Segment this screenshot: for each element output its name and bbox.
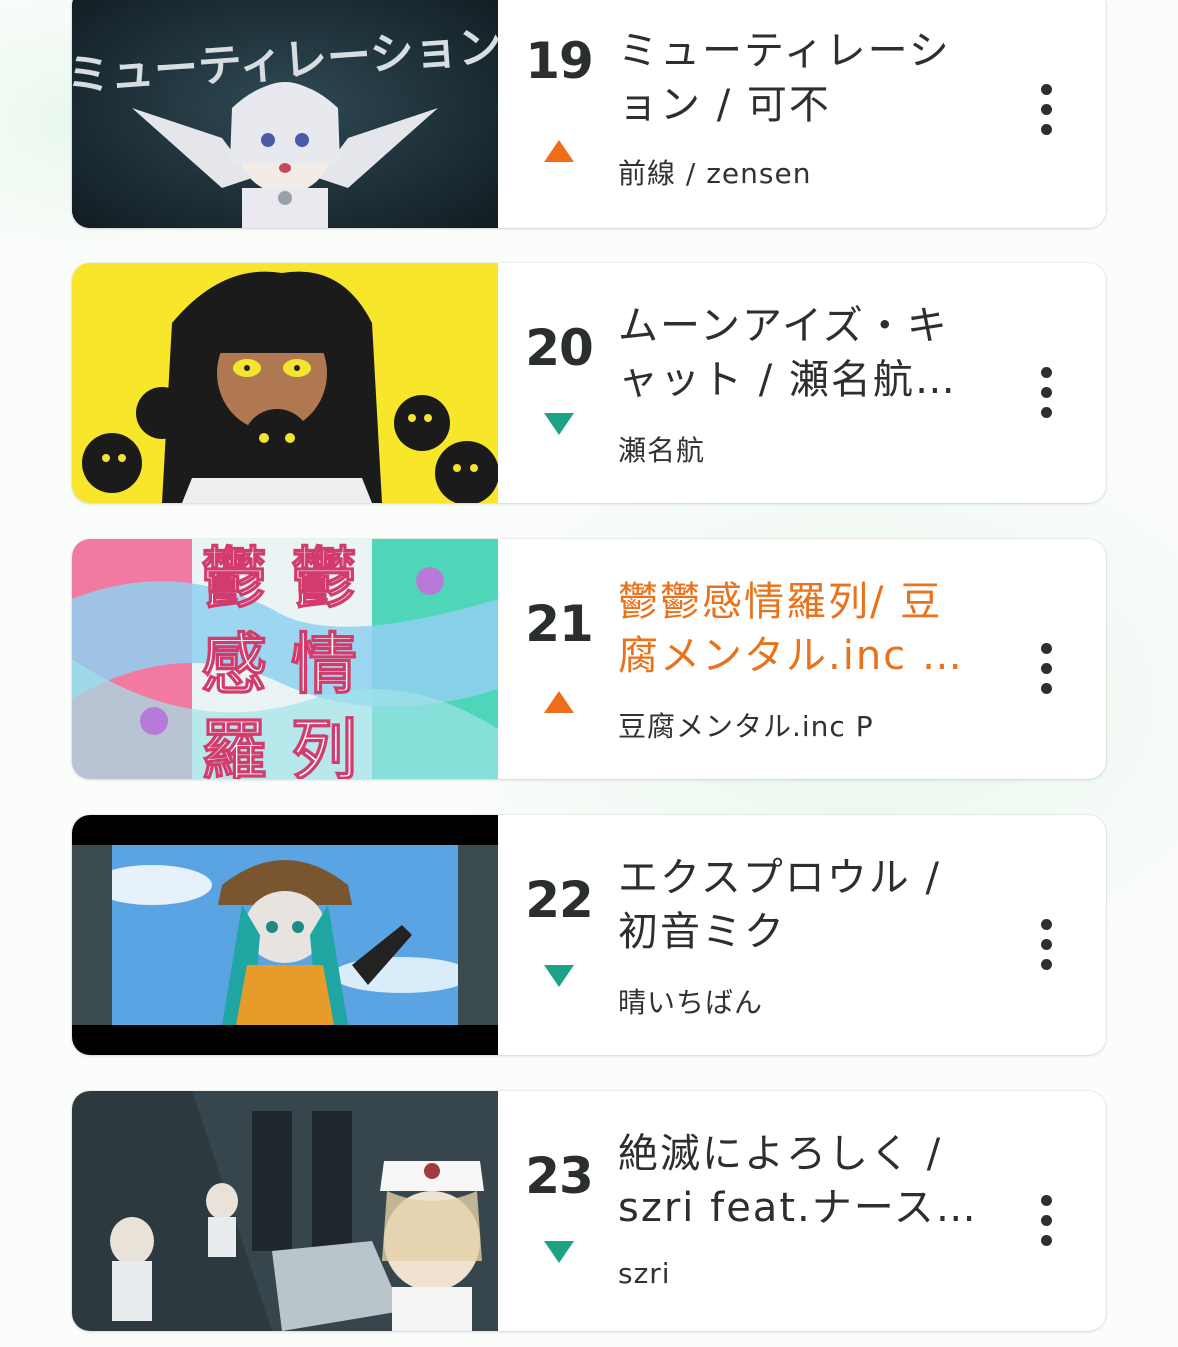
rank-number: 21 [525,595,594,653]
video-thumbnail[interactable]: 鬱 鬱 感 情 羅 列 [72,539,498,779]
ranking-list: ミューティレーション 19 ミューティレーション / 可不 前線 / zense… [0,0,1178,1347]
ranking-card[interactable]: 20 ムーンアイズ・キャット / 瀬名航… 瀬名航 [72,263,1106,503]
video-thumbnail[interactable] [72,815,498,1055]
artist-name: 豆腐メンタル.inc P [618,710,874,743]
svg-text:情: 情 [291,626,357,703]
triangle-down-icon [544,965,574,987]
thumbnail-image [72,1091,498,1331]
more-options-icon[interactable] [1032,919,1062,979]
thumbnail-image: 鬱 鬱 感 情 羅 列 [72,539,498,779]
artist-name: 晴いちばん [618,986,764,1019]
svg-text:感: 感 [201,626,267,703]
ranking-card[interactable]: 23 絶滅によろしく / szri feat.ナース… szri [72,1091,1106,1331]
svg-text:鬱: 鬱 [291,540,357,617]
song-title[interactable]: 鬱鬱感情羅列/ 豆腐メンタル.inc … [618,575,978,683]
artist-name: szri [618,1257,671,1290]
svg-text:羅: 羅 [201,712,267,779]
more-options-icon[interactable] [1032,1195,1062,1255]
triangle-down-icon [544,413,574,435]
song-title[interactable]: 絶滅によろしく / szri feat.ナース… [618,1127,978,1235]
more-options-icon[interactable] [1032,367,1062,427]
song-title[interactable]: ミューティレーション / 可不 [618,24,978,132]
ranking-card[interactable]: 鬱 鬱 感 情 羅 列 21 鬱鬱感情羅列/ 豆腐メンタル.inc … 豆腐メン… [72,539,1106,779]
svg-text:列: 列 [291,712,357,779]
song-title[interactable]: エクスプロウル / 初音ミク [618,851,978,959]
triangle-down-icon [544,1241,574,1263]
triangle-up-icon [544,691,574,713]
thumbnail-image [72,263,498,503]
triangle-up-icon [544,140,574,162]
rank-number: 23 [525,1147,594,1205]
video-thumbnail[interactable]: ミューティレーション [72,0,498,228]
rank-number: 19 [525,32,594,90]
video-thumbnail[interactable] [72,1091,498,1331]
video-thumbnail[interactable] [72,263,498,503]
thumbnail-image: ミューティレーション [72,0,498,228]
more-options-icon[interactable] [1032,84,1062,144]
rank-number: 20 [525,319,594,377]
thumbnail-image [72,815,498,1055]
ranking-card[interactable]: ミューティレーション 19 ミューティレーション / 可不 前線 / zense… [72,0,1106,228]
more-options-icon[interactable] [1032,643,1062,703]
ranking-card[interactable]: 22 エクスプロウル / 初音ミク 晴いちばん [72,815,1106,1055]
song-title[interactable]: ムーンアイズ・キャット / 瀬名航… [618,299,978,407]
artist-name: 前線 / zensen [618,157,812,190]
svg-text:鬱: 鬱 [201,540,267,617]
rank-number: 22 [525,871,594,929]
artist-name: 瀬名航 [618,434,706,467]
